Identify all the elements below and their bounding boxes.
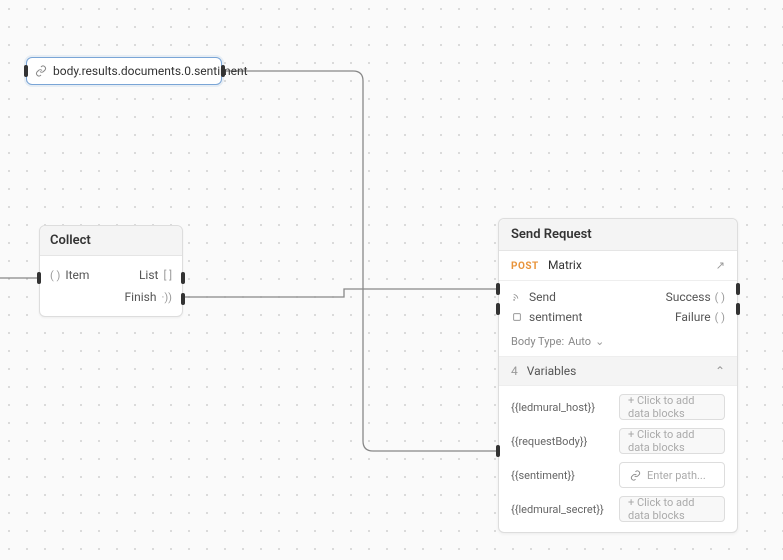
- variable-value-button[interactable]: + Click to add data blocks: [619, 496, 725, 522]
- list-port-label: List: [139, 268, 159, 282]
- variable-placeholder: Enter path...: [647, 469, 706, 482]
- open-external-icon[interactable]: ↗: [716, 259, 725, 272]
- finish-port-type: ·)): [161, 291, 172, 304]
- chevron-up-icon: ⌃: [715, 364, 725, 378]
- send-request-node[interactable]: Send Request POST Matrix ↗ Send Success …: [498, 218, 738, 533]
- path-input-value: body.results.documents.0.sentiment: [53, 64, 248, 78]
- variable-value-button[interactable]: + Click to add data blocks: [619, 394, 725, 420]
- http-method-tag: POST: [511, 261, 539, 272]
- link-icon: [35, 64, 47, 78]
- collect-header: Collect: [40, 226, 182, 256]
- box-icon: [511, 311, 523, 323]
- chevron-down-icon: ⌄: [595, 335, 604, 348]
- variable-value-button[interactable]: + Click to add data blocks: [619, 428, 725, 454]
- collect-node[interactable]: Collect ( ) Item List [ ] Finish ·)): [39, 225, 183, 317]
- success-port-type: ( ): [715, 291, 725, 304]
- list-port-type: [ ]: [163, 269, 172, 282]
- variables-count: 4: [511, 364, 518, 378]
- sentiment-port-label: sentiment: [529, 310, 582, 324]
- variable-row: {{requestBody}} + Click to add data bloc…: [511, 428, 725, 454]
- success-port-out[interactable]: [736, 283, 740, 295]
- path-input-pill[interactable]: body.results.documents.0.sentiment: [26, 57, 222, 85]
- variable-key: {{requestBody}}: [511, 435, 611, 448]
- item-port-type: ( ): [50, 269, 60, 282]
- send-request-header: Send Request: [499, 219, 737, 251]
- failure-port-label: Failure: [675, 310, 711, 324]
- variable-placeholder: + Click to add data blocks: [628, 496, 716, 522]
- success-port-label: Success: [666, 290, 711, 304]
- variable-row: {{ledmural_host}} + Click to add data bl…: [511, 394, 725, 420]
- collect-list-port[interactable]: [181, 272, 185, 284]
- variable-placeholder: + Click to add data blocks: [628, 394, 716, 420]
- variable-row: {{ledmural_secret}} + Click to add data …: [511, 496, 725, 522]
- item-port-label: Item: [65, 268, 89, 282]
- variable-key: {{ledmural_secret}}: [511, 503, 611, 516]
- path-input-port-right[interactable]: [221, 65, 225, 77]
- variable-value-input[interactable]: Enter path...: [619, 462, 725, 488]
- signal-icon: [511, 291, 523, 303]
- body-type-selector[interactable]: Body Type: Auto ⌄: [499, 331, 737, 356]
- sentiment-port-in[interactable]: [496, 303, 500, 315]
- endpoint-label: Matrix: [548, 258, 582, 272]
- variables-section-header[interactable]: 4 Variables ⌃: [499, 356, 737, 386]
- variables-list: {{ledmural_host}} + Click to add data bl…: [499, 386, 737, 532]
- variables-label: Variables: [527, 364, 577, 378]
- collect-finish-port[interactable]: [181, 293, 185, 305]
- variable-row: {{sentiment}} Enter path...: [511, 462, 725, 488]
- link-icon: [628, 468, 642, 482]
- sentiment-var-port[interactable]: [496, 445, 500, 457]
- send-port-in[interactable]: [496, 283, 500, 295]
- variable-key: {{ledmural_host}}: [511, 401, 611, 414]
- finish-port-label: Finish: [125, 290, 157, 304]
- variable-key: {{sentiment}}: [511, 469, 611, 482]
- send-port-label: Send: [529, 290, 556, 304]
- send-request-endpoint-row[interactable]: POST Matrix ↗: [499, 251, 737, 281]
- body-type-label: Body Type:: [511, 335, 564, 348]
- body-type-value: Auto: [568, 335, 591, 348]
- failure-port-type: ( ): [715, 311, 725, 324]
- variable-placeholder: + Click to add data blocks: [628, 428, 716, 454]
- failure-port-out[interactable]: [736, 303, 740, 315]
- path-input-port-left[interactable]: [24, 65, 28, 77]
- collect-item-port[interactable]: [37, 272, 41, 284]
